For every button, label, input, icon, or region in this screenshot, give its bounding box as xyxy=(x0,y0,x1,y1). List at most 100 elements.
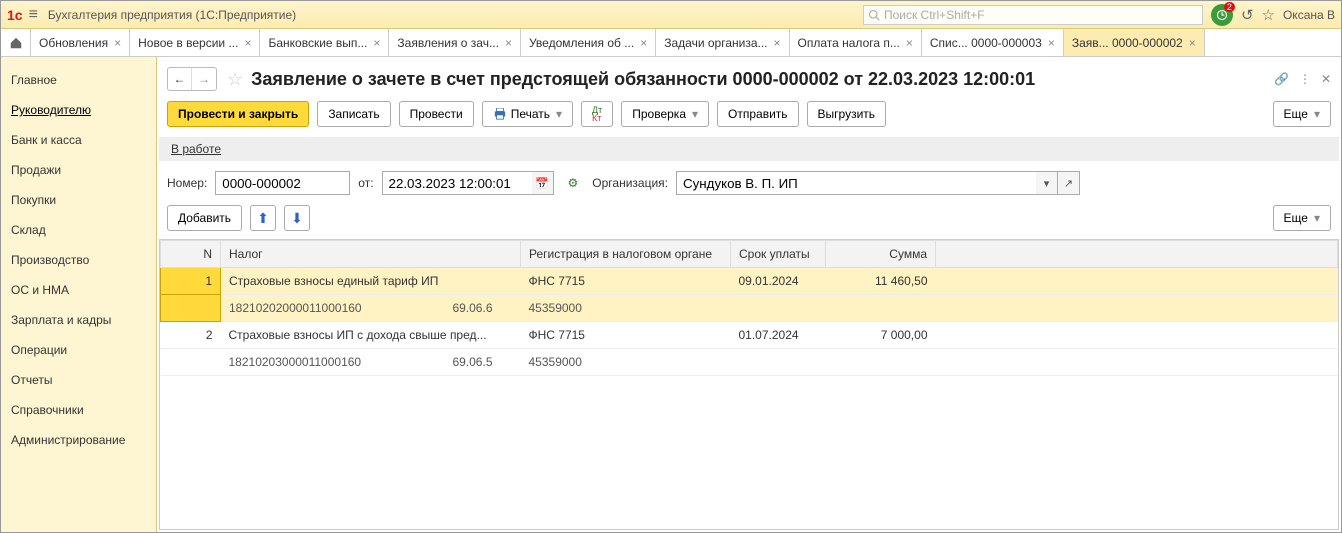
document-title: Заявление о зачете в счет предстоящей об… xyxy=(251,69,1035,90)
export-button[interactable]: Выгрузить xyxy=(807,101,887,127)
favorite-toggle-icon[interactable]: ☆ xyxy=(227,69,243,90)
close-icon[interactable]: × xyxy=(114,36,121,50)
number-input[interactable] xyxy=(215,171,350,195)
close-icon[interactable]: × xyxy=(906,36,913,50)
cell-tax: Страховые взносы единый тариф ИП xyxy=(221,268,521,295)
tab[interactable]: Заяв... 0000-000002× xyxy=(1064,29,1205,56)
sidebar-item[interactable]: Зарплата и кадры xyxy=(1,305,156,335)
kebab-icon[interactable]: ⋮ xyxy=(1299,72,1311,86)
org-dropdown-icon[interactable]: ▾ xyxy=(1036,171,1058,195)
close-icon[interactable]: × xyxy=(640,36,647,50)
notification-icon[interactable]: 2 xyxy=(1211,4,1233,26)
col-n[interactable]: N xyxy=(161,241,221,268)
move-down-button[interactable]: ⬇ xyxy=(284,205,310,231)
sidebar-item[interactable]: Руководителю xyxy=(1,95,156,125)
tab-label: Обновления xyxy=(39,36,108,50)
check-button[interactable]: Проверка▾ xyxy=(621,101,709,127)
history-icon[interactable]: ↺ xyxy=(1241,6,1254,24)
sidebar-item[interactable]: Склад xyxy=(1,215,156,245)
tabs-bar: Обновления×Новое в версии ...×Банковские… xyxy=(1,29,1341,57)
save-button[interactable]: Записать xyxy=(317,101,390,127)
cell-oktmo: 45359000 xyxy=(521,295,731,322)
sidebar-item[interactable]: Покупки xyxy=(1,185,156,215)
status-link[interactable]: В работе xyxy=(171,142,221,156)
close-icon[interactable]: × xyxy=(244,36,251,50)
table-subrow[interactable]: 1821020300001100016069.06.545359000 xyxy=(161,349,1338,376)
date-input[interactable] xyxy=(382,171,532,195)
close-document-icon[interactable]: ✕ xyxy=(1321,72,1331,86)
tab-label: Новое в версии ... xyxy=(138,36,238,50)
tab-label: Заявления о зач... xyxy=(397,36,499,50)
sidebar-item[interactable]: Справочники xyxy=(1,395,156,425)
sidebar: ГлавноеРуководителюБанк и кассаПродажиПо… xyxy=(1,57,157,532)
notification-badge: 2 xyxy=(1224,2,1235,12)
sidebar-item[interactable]: Банк и касса xyxy=(1,125,156,155)
dtkt-button[interactable]: ДтКт xyxy=(581,101,613,127)
settings-icon[interactable]: ⚙ xyxy=(568,176,579,190)
org-open-icon[interactable]: ↗ xyxy=(1058,171,1080,195)
cell-due: 09.01.2024 xyxy=(731,268,826,295)
more-button[interactable]: Еще▾ xyxy=(1273,101,1331,127)
tab[interactable]: Обновления × xyxy=(31,29,130,56)
close-icon[interactable]: × xyxy=(505,36,512,50)
tab-label: Задачи организа... xyxy=(664,36,767,50)
tab[interactable]: Задачи организа... × xyxy=(656,29,789,56)
sidebar-item[interactable]: Администрирование xyxy=(1,425,156,455)
move-up-button[interactable]: ⬆ xyxy=(250,205,276,231)
col-due[interactable]: Срок уплаты xyxy=(731,241,826,268)
favorite-icon[interactable]: ☆ xyxy=(1262,6,1275,24)
cell-reg: ФНС 7715 xyxy=(521,322,731,349)
home-tab[interactable] xyxy=(1,29,31,56)
content: ← → ☆ Заявление о зачете в счет предстоя… xyxy=(157,57,1341,532)
link-icon[interactable]: 🔗 xyxy=(1274,72,1289,86)
table-more-button[interactable]: Еще▾ xyxy=(1273,205,1331,231)
tab[interactable]: Оплата налога п... × xyxy=(790,29,922,56)
cell-kbk: 1821020200001100016069.06.6 xyxy=(221,295,521,322)
send-button[interactable]: Отправить xyxy=(717,101,799,127)
add-bar: Добавить ⬆ ⬇ Еще▾ xyxy=(157,205,1341,239)
table-row[interactable]: 1Страховые взносы единый тариф ИПФНС 771… xyxy=(161,268,1338,295)
col-sum[interactable]: Сумма xyxy=(826,241,936,268)
cell-n: 2 xyxy=(161,322,221,349)
cell-n: 1 xyxy=(161,268,221,295)
col-reg[interactable]: Регистрация в налоговом органе xyxy=(521,241,731,268)
table-subrow[interactable]: 1821020200001100016069.06.645359000 xyxy=(161,295,1338,322)
close-icon[interactable]: × xyxy=(1048,36,1055,50)
close-icon[interactable]: × xyxy=(774,36,781,50)
tab-label: Уведомления об ... xyxy=(529,36,634,50)
sidebar-item[interactable]: Операции xyxy=(1,335,156,365)
sidebar-item[interactable]: Главное xyxy=(1,65,156,95)
post-close-button[interactable]: Провести и закрыть xyxy=(167,101,309,127)
org-input[interactable] xyxy=(676,171,1036,195)
post-button[interactable]: Провести xyxy=(399,101,474,127)
table-row[interactable]: 2Страховые взносы ИП с дохода свыше пред… xyxy=(161,322,1338,349)
tab[interactable]: Спис... 0000-000003× xyxy=(922,29,1064,56)
status-strip: В работе xyxy=(159,137,1339,161)
add-button[interactable]: Добавить xyxy=(167,205,242,231)
tab-label: Оплата налога п... xyxy=(798,36,900,50)
nav-forward-button[interactable]: → xyxy=(192,68,216,90)
cell-tax: Страховые взносы ИП с дохода свыше пред.… xyxy=(221,322,521,349)
menu-icon[interactable]: ≡ xyxy=(29,6,38,24)
tab[interactable]: Уведомления об ... × xyxy=(521,29,656,56)
sidebar-item[interactable]: Продажи xyxy=(1,155,156,185)
tab[interactable]: Новое в версии ... × xyxy=(130,29,260,56)
close-icon[interactable]: × xyxy=(373,36,380,50)
tab[interactable]: Банковские вып...× xyxy=(260,29,389,56)
col-tax[interactable]: Налог xyxy=(221,241,521,268)
close-icon[interactable]: × xyxy=(1189,36,1196,50)
print-button[interactable]: Печать▾ xyxy=(482,101,573,127)
sidebar-item[interactable]: ОС и НМА xyxy=(1,275,156,305)
dtkt-icon: ДтКт xyxy=(592,106,602,122)
cell-due: 01.07.2024 xyxy=(731,322,826,349)
cell-sum: 7 000,00 xyxy=(826,322,936,349)
sidebar-item[interactable]: Отчеты xyxy=(1,365,156,395)
sidebar-item[interactable]: Производство xyxy=(1,245,156,275)
search-input[interactable]: Поиск Ctrl+Shift+F xyxy=(863,5,1203,25)
calendar-icon[interactable]: 📅 xyxy=(532,171,554,195)
cell-reg: ФНС 7715 xyxy=(521,268,731,295)
nav-arrows: ← → xyxy=(167,67,217,91)
form-row: Номер: от: 📅 ⚙ Организация: ▾ ↗ xyxy=(157,161,1341,205)
nav-back-button[interactable]: ← xyxy=(168,68,192,90)
tab[interactable]: Заявления о зач... × xyxy=(389,29,521,56)
